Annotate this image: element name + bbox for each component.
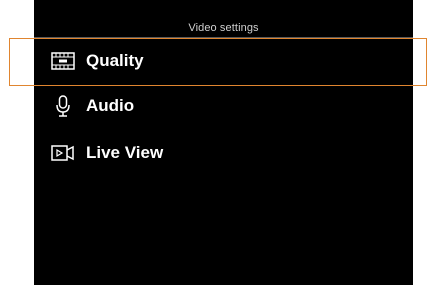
screen-title: Video settings bbox=[188, 22, 259, 34]
menu-item-audio[interactable]: Audio bbox=[34, 86, 413, 126]
video-settings-screen: Video settings Quality Audio Live View bbox=[34, 0, 413, 285]
menu-item-label: Audio bbox=[86, 96, 135, 115]
menu-item-live-view[interactable]: Live View bbox=[34, 133, 413, 173]
live-view-icon bbox=[50, 142, 76, 164]
film-strip-icon bbox=[50, 50, 76, 72]
title-divider bbox=[34, 37, 413, 38]
menu-item-quality[interactable]: Quality bbox=[34, 41, 413, 81]
microphone-icon bbox=[50, 95, 76, 117]
menu-item-label: Quality bbox=[86, 51, 144, 70]
menu-item-label: Live View bbox=[86, 143, 164, 162]
